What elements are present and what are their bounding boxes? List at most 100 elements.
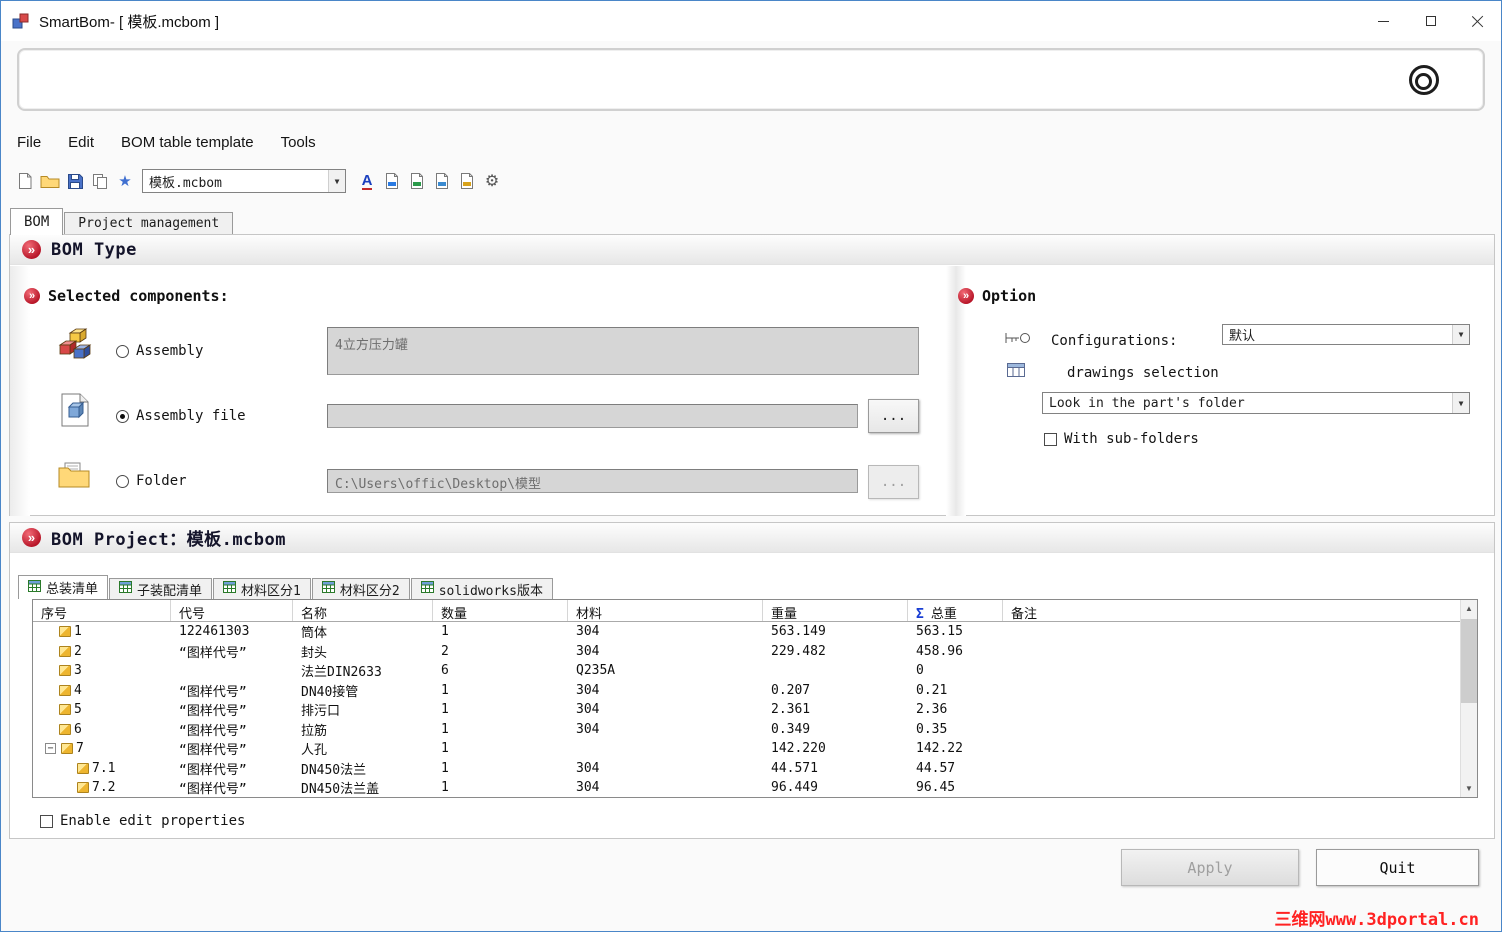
quit-button[interactable]: Quit: [1316, 849, 1479, 886]
settings-gear-icon[interactable]: ⚙: [480, 169, 504, 193]
collapse-toggle-icon[interactable]: −: [45, 743, 56, 755]
copy-icon[interactable]: [88, 169, 112, 193]
cell-seq: 2: [33, 642, 171, 662]
seq-number: 2: [74, 643, 82, 659]
menu-file[interactable]: File: [17, 134, 41, 151]
tab-material-1[interactable]: 材料区分1: [213, 578, 311, 599]
tab-label: 材料区分2: [339, 583, 400, 599]
column-header-name[interactable]: 名称: [293, 600, 433, 621]
doc-action-icon-1[interactable]: [380, 169, 404, 193]
part-icon: [77, 762, 89, 774]
minimize-button[interactable]: [1360, 1, 1407, 41]
doc-action-icon-2[interactable]: [405, 169, 429, 193]
chevron-down-icon[interactable]: ▼: [1452, 325, 1469, 344]
menu-tools[interactable]: Tools: [281, 134, 316, 151]
maximize-icon: [1425, 16, 1436, 26]
assembly-file-radio[interactable]: Assembly file: [116, 408, 246, 424]
tab-solidworks-version[interactable]: solidworks版本: [410, 578, 553, 599]
table-row[interactable]: 4 “图样代号” DN40接管 1 304 0.207 0.21: [33, 681, 1460, 701]
tab-project-management[interactable]: Project management: [64, 212, 234, 234]
cell-seq: −7: [33, 739, 171, 759]
favorite-star-icon[interactable]: ★: [113, 169, 137, 193]
template-combo[interactable]: 模板.mcbom ▼: [142, 169, 346, 193]
font-format-icon[interactable]: A: [355, 169, 379, 193]
folder-icon: [58, 461, 90, 494]
table-row[interactable]: 1 122461303 筒体 1 304 563.149 563.15: [33, 622, 1460, 642]
scroll-down-arrow[interactable]: ▼: [1461, 780, 1477, 797]
bom-type-header: » BOM Type: [10, 235, 1494, 265]
cell-material: 304: [576, 624, 600, 640]
bom-type-section: » BOM Type » Selected components: Assemb…: [9, 234, 1495, 516]
table-row[interactable]: 3 法兰DIN2633 6 Q235A 0: [33, 661, 1460, 681]
column-header-total-weight[interactable]: Σ 总重: [908, 600, 1003, 621]
cell-material: 304: [576, 721, 600, 737]
look-in-combo-value: Look in the part's folder: [1049, 395, 1245, 411]
with-subfolders-checkbox[interactable]: With sub-folders: [1044, 431, 1199, 447]
folder-browse-button[interactable]: ...: [868, 465, 919, 499]
table-row[interactable]: 6 “图样代号” 拉筋 1 304 0.349 0.35: [33, 720, 1460, 740]
cell-note: [1003, 778, 1460, 797]
doc-action-icon-3[interactable]: [430, 169, 454, 193]
option-header: » Option: [958, 287, 1036, 305]
enable-edit-properties-checkbox[interactable]: Enable edit properties: [40, 813, 245, 829]
assembly-value-field[interactable]: 4立方压力罐: [327, 327, 919, 375]
selected-components-title: Selected components:: [48, 287, 229, 305]
menu-edit[interactable]: Edit: [68, 134, 94, 151]
column-header-seq[interactable]: 序号: [33, 600, 171, 621]
column-header-weight[interactable]: 重量: [763, 600, 908, 621]
cell-seq: 3: [33, 661, 171, 681]
tab-bom[interactable]: BOM: [10, 208, 64, 235]
assembly-file-radio-label: Assembly file: [136, 408, 246, 424]
save-icon[interactable]: [63, 169, 87, 193]
cell-note: [1003, 642, 1460, 662]
assembly-radio[interactable]: Assembly: [116, 343, 203, 359]
menu-bom-table-template[interactable]: BOM table template: [121, 134, 254, 151]
cell-name: 人孔: [301, 743, 328, 759]
part-file-icon: [60, 393, 90, 432]
chevron-down-icon[interactable]: ▼: [328, 170, 345, 192]
tab-subassembly-list[interactable]: 子装配清单: [109, 578, 213, 599]
cell-code: 122461303: [179, 624, 250, 640]
cell-name: DN40接管: [301, 684, 359, 700]
column-header-note[interactable]: 备注: [1003, 600, 1460, 621]
column-header-material[interactable]: 材料: [568, 600, 763, 621]
scroll-up-arrow[interactable]: ▲: [1461, 600, 1477, 617]
assembly-file-field[interactable]: [327, 404, 858, 428]
assembly-file-browse-button[interactable]: ...: [868, 399, 919, 433]
column-header-qty[interactable]: 数量: [433, 600, 568, 621]
bom-project-section: » BOM Project：模板.mcbom 总装清单 子装配清单 材料区分1 …: [9, 522, 1495, 839]
cell-weight: 44.571: [771, 760, 818, 776]
configurations-combo[interactable]: 默认 ▼: [1222, 324, 1470, 345]
radio-circle: [116, 409, 129, 423]
table-row[interactable]: 2 “图样代号” 封头 2 304 229.482 458.96: [33, 642, 1460, 662]
doc-action-icon-4[interactable]: [455, 169, 479, 193]
table-icon: [119, 581, 133, 597]
tab-material-2[interactable]: 材料区分2: [311, 578, 410, 599]
part-icon: [59, 626, 71, 638]
folder-radio[interactable]: Folder: [116, 473, 187, 489]
folder-radio-label: Folder: [136, 473, 187, 489]
tab-label: 材料区分1: [241, 583, 301, 599]
seq-number: 7.1: [92, 760, 116, 776]
new-document-icon[interactable]: [13, 169, 37, 193]
open-folder-icon[interactable]: [38, 169, 62, 193]
table-row[interactable]: 5 “图样代号” 排污口 1 304 2.361 2.36: [33, 700, 1460, 720]
maximize-button[interactable]: [1407, 1, 1454, 41]
cell-name: DN450法兰: [301, 762, 367, 778]
table-row[interactable]: 7.2 “图样代号” DN450法兰盖 1 304 96.449 96.45: [33, 778, 1460, 797]
scroll-thumb[interactable]: [1461, 619, 1477, 703]
tab-assembly-list[interactable]: 总装清单: [18, 575, 109, 599]
cell-name: DN450法兰盖: [301, 782, 380, 797]
chevron-down-icon[interactable]: ▼: [1452, 393, 1469, 413]
table-row[interactable]: −7 “图样代号” 人孔 1 142.220 142.22: [33, 739, 1460, 759]
column-header-code[interactable]: 代号: [171, 600, 293, 621]
bom-table: 序号 代号 名称 数量 材料 重量 Σ 总重 备注 1 122461303 筒体 1 30…: [32, 599, 1478, 798]
cell-total-weight: 563.15: [916, 624, 963, 640]
bom-project-tabstrip: 总装清单 子装配清单 材料区分1 材料区分2 solidworks版本: [18, 575, 554, 599]
close-button[interactable]: [1454, 1, 1501, 41]
vertical-scrollbar[interactable]: ▲ ▼: [1460, 600, 1477, 797]
folder-path-field[interactable]: C:\Users\offic\Desktop\模型: [327, 469, 858, 493]
apply-button[interactable]: Apply: [1121, 849, 1299, 886]
table-row[interactable]: 7.1 “图样代号” DN450法兰 1 304 44.571 44.57: [33, 759, 1460, 779]
look-in-combo[interactable]: Look in the part's folder ▼: [1042, 392, 1470, 414]
